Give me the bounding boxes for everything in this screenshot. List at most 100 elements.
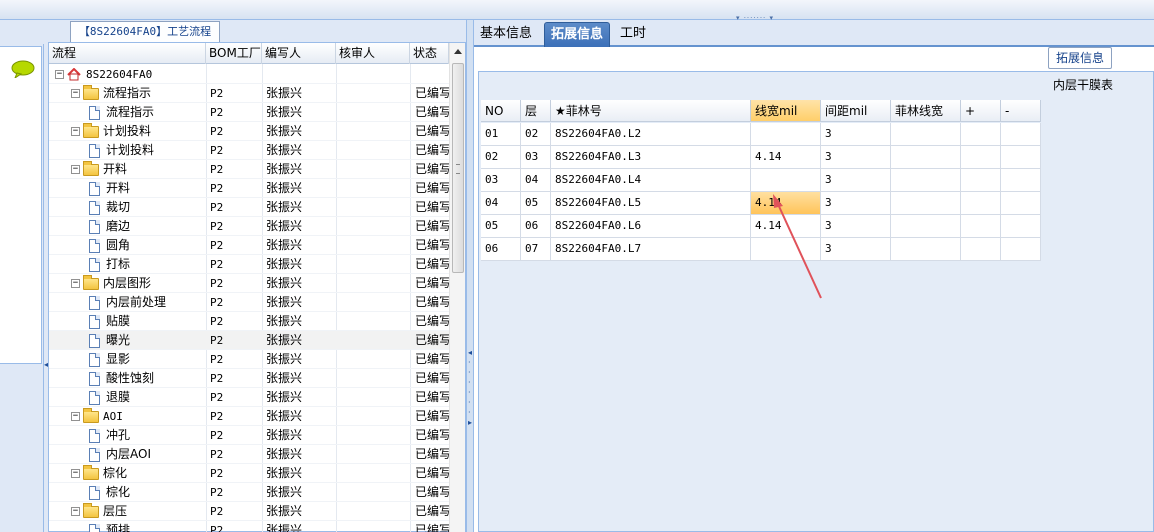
minus-cell[interactable] (1001, 146, 1041, 169)
film-no-cell[interactable]: 8S22604FA0.L4 (551, 169, 751, 192)
column-header-film-line-width[interactable]: 菲林线宽 (891, 100, 961, 122)
collapse-toggle-icon[interactable]: − (71, 412, 80, 421)
spacing-cell[interactable]: 3 (821, 123, 891, 146)
process-grid-scrollbar[interactable] (449, 43, 465, 532)
column-header-layer[interactable]: 层 (521, 100, 551, 122)
tree-node[interactable]: 退膜 (89, 388, 130, 407)
extended-info-subtab[interactable]: 拓展信息 (1048, 47, 1112, 69)
plus-cell[interactable] (961, 192, 1001, 215)
layer-cell[interactable]: 02 (521, 123, 551, 146)
collapse-toggle-icon[interactable]: − (71, 165, 80, 174)
spacing-cell[interactable]: 3 (821, 238, 891, 261)
tree-node[interactable]: − 开料 (71, 160, 127, 179)
no-cell[interactable]: 05 (481, 215, 521, 238)
no-cell[interactable]: 01 (481, 123, 521, 146)
splitter-grip-icon[interactable]: ◂ · · · · · · ▸ (468, 348, 472, 428)
panel-splitter[interactable]: ◂ · · · · · · ▸ (466, 20, 474, 532)
line-width-cell[interactable]: 4.14 (751, 146, 821, 169)
table-row[interactable]: 内层AOI P2 张振兴 已编写 (49, 445, 449, 464)
table-row[interactable]: − 开料 P2 张振兴 已编写 (49, 160, 449, 179)
tree-node[interactable]: 曝光 (89, 331, 130, 350)
table-row[interactable]: 预排 P2 张振兴 已编写 (49, 521, 449, 532)
tree-node[interactable]: 冲孔 (89, 426, 130, 445)
collapse-toggle-icon[interactable]: − (55, 70, 64, 79)
no-cell[interactable]: 02 (481, 146, 521, 169)
table-row[interactable]: 贴膜 P2 张振兴 已编写 (49, 312, 449, 331)
tree-node[interactable]: − 计划投料 (71, 122, 151, 141)
tree-node[interactable]: 棕化 (89, 483, 130, 502)
minus-cell[interactable] (1001, 192, 1041, 215)
film-no-cell[interactable]: 8S22604FA0.L6 (551, 215, 751, 238)
tab-extended-info[interactable]: 拓展信息 (544, 22, 611, 47)
table-row[interactable]: 圆角 P2 张振兴 已编写 (49, 236, 449, 255)
spacing-cell[interactable]: 3 (821, 146, 891, 169)
column-header-reviewer[interactable]: 核审人 (336, 43, 410, 64)
collapse-toggle-icon[interactable]: − (71, 507, 80, 516)
tree-node[interactable]: 贴膜 (89, 312, 130, 331)
film-no-cell[interactable]: 8S22604FA0.L2 (551, 123, 751, 146)
column-header-writer[interactable]: 编写人 (262, 43, 336, 64)
film-line-width-cell[interactable] (891, 123, 961, 146)
table-row[interactable]: 冲孔 P2 张振兴 已编写 (49, 426, 449, 445)
tree-node[interactable]: − 层压 (71, 502, 127, 521)
layer-cell[interactable]: 06 (521, 215, 551, 238)
collapse-toggle-icon[interactable]: − (71, 89, 80, 98)
table-row[interactable]: 内层前处理 P2 张振兴 已编写 (49, 293, 449, 312)
plus-cell[interactable] (961, 123, 1001, 146)
tree-node[interactable]: 圆角 (89, 236, 130, 255)
tree-node[interactable]: 计划投料 (89, 141, 154, 160)
tree-node[interactable]: 打标 (89, 255, 130, 274)
column-header-minus[interactable]: - (1001, 100, 1041, 122)
scrollbar-thumb[interactable] (452, 63, 464, 273)
table-row[interactable]: − AOI P2 张振兴 已编写 (49, 407, 449, 426)
tree-node[interactable]: − 内层图形 (71, 274, 151, 293)
no-cell[interactable]: 03 (481, 169, 521, 192)
spacing-cell[interactable]: 3 (821, 215, 891, 238)
tree-root-row[interactable]: − 8S22604FA0 (49, 65, 449, 84)
column-header-flow[interactable]: 流程 (49, 43, 206, 64)
plus-cell[interactable] (961, 238, 1001, 261)
table-row[interactable]: 曝光 P2 张振兴 已编写 (49, 331, 449, 350)
film-no-cell[interactable]: 8S22604FA0.L5 (551, 192, 751, 215)
tree-node[interactable]: 显影 (89, 350, 130, 369)
film-no-cell[interactable]: 8S22604FA0.L7 (551, 238, 751, 261)
plus-cell[interactable] (961, 146, 1001, 169)
table-row[interactable]: − 内层图形 P2 张振兴 已编写 (49, 274, 449, 293)
film-line-width-cell[interactable] (891, 238, 961, 261)
scroll-up-icon[interactable] (454, 49, 462, 54)
tree-node[interactable]: − 流程指示 (71, 84, 151, 103)
table-row[interactable]: 打标 P2 张振兴 已编写 (49, 255, 449, 274)
table-row[interactable]: 开料 P2 张振兴 已编写 (49, 179, 449, 198)
layer-cell[interactable]: 03 (521, 146, 551, 169)
column-header-plus[interactable]: + (961, 100, 1001, 122)
film-line-width-cell[interactable] (891, 192, 961, 215)
table-row[interactable]: 磨边 P2 张振兴 已编写 (49, 217, 449, 236)
collapse-toggle-icon[interactable]: − (71, 469, 80, 478)
line-width-cell[interactable] (751, 169, 821, 192)
no-cell[interactable]: 04 (481, 192, 521, 215)
layer-cell[interactable]: 04 (521, 169, 551, 192)
collapse-toggle-icon[interactable]: − (71, 279, 80, 288)
tree-node[interactable]: 开料 (89, 179, 130, 198)
film-no-cell[interactable]: 8S22604FA0.L3 (551, 146, 751, 169)
column-header-status[interactable]: 状态 (410, 43, 449, 64)
no-cell[interactable]: 06 (481, 238, 521, 261)
table-row[interactable]: − 棕化 P2 张振兴 已编写 (49, 464, 449, 483)
tab-basic-info[interactable]: 基本信息 (474, 22, 538, 47)
tree-node[interactable]: 预排 (89, 521, 130, 532)
film-line-width-cell[interactable] (891, 146, 961, 169)
minus-cell[interactable] (1001, 169, 1041, 192)
minus-cell[interactable] (1001, 123, 1041, 146)
layer-cell[interactable]: 07 (521, 238, 551, 261)
collapse-toggle-icon[interactable]: − (71, 127, 80, 136)
tree-node[interactable]: 磨边 (89, 217, 130, 236)
table-row[interactable]: 酸性蚀刻 P2 张振兴 已编写 (49, 369, 449, 388)
table-row[interactable]: 裁切 P2 张振兴 已编写 (49, 198, 449, 217)
table-row[interactable]: 棕化 P2 张振兴 已编写 (49, 483, 449, 502)
tree-node[interactable]: − AOI (71, 407, 123, 426)
table-row[interactable]: 显影 P2 张振兴 已编写 (49, 350, 449, 369)
tree-node[interactable]: 内层AOI (89, 445, 151, 464)
line-width-cell[interactable] (751, 123, 821, 146)
column-header-film-no[interactable]: ★菲林号 (551, 100, 751, 122)
table-row[interactable]: 流程指示 P2 张振兴 已编写 (49, 103, 449, 122)
